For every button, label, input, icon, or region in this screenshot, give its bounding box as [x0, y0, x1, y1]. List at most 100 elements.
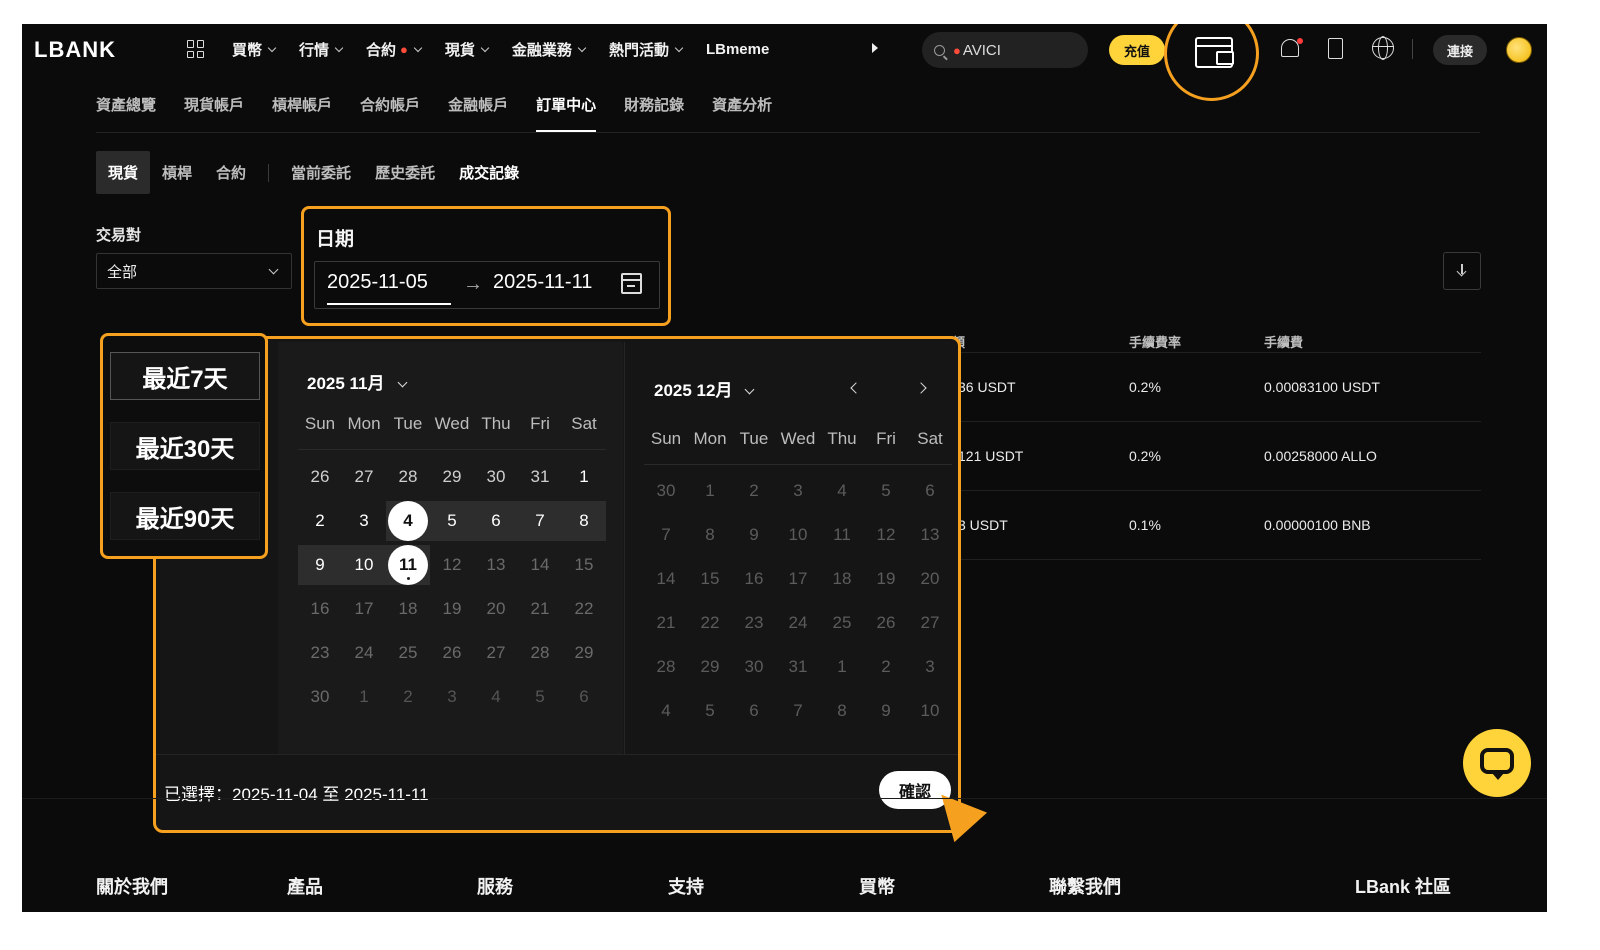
calendar-day[interactable]: 6 [474, 499, 518, 543]
calendar-day[interactable]: 28 [386, 455, 430, 499]
calendar-day[interactable]: 7 [644, 513, 688, 557]
calendar-day[interactable]: 23 [298, 631, 342, 675]
calendar-day[interactable]: 22 [688, 601, 732, 645]
calendar-day[interactable]: 8 [562, 499, 606, 543]
subnav-item-3[interactable]: 合約帳戶 [360, 94, 420, 115]
calendar-day[interactable]: 15 [688, 557, 732, 601]
calendar-icon[interactable] [621, 273, 642, 294]
calendar-day[interactable]: 6 [732, 689, 776, 733]
calendar-day[interactable]: 4 [474, 675, 518, 719]
subnav-item-6[interactable]: 財務記錄 [624, 94, 684, 115]
subnav-item-4[interactable]: 金融帳戶 [448, 94, 508, 115]
tab-trade-history[interactable]: 成交記錄 [447, 151, 531, 194]
calendar-day[interactable]: 10 [908, 689, 952, 733]
calendar-day[interactable]: 26 [298, 455, 342, 499]
calendar-day[interactable]: 2 [732, 469, 776, 513]
calendar-day[interactable]: 25 [820, 601, 864, 645]
date-end-value[interactable]: 2025-11-11 [493, 271, 592, 294]
calendar-day[interactable]: 30 [474, 455, 518, 499]
calendar-day[interactable]: 5 [688, 689, 732, 733]
calendar-day[interactable]: 13 [908, 513, 952, 557]
deposit-button[interactable]: 充值 [1109, 35, 1165, 65]
calendar-day[interactable]: 24 [776, 601, 820, 645]
nav-item-4[interactable]: 金融業務 [512, 39, 587, 60]
calendar-day[interactable]: 11 [820, 513, 864, 557]
calendar-day[interactable]: 30 [732, 645, 776, 689]
calendar-day[interactable]: 4 [644, 689, 688, 733]
calendar-day[interactable]: 3 [430, 675, 474, 719]
calendar-day[interactable]: 19 [430, 587, 474, 631]
calendar-day[interactable]: 28 [644, 645, 688, 689]
pair-select[interactable]: 全部 [96, 253, 292, 289]
nav-item-1[interactable]: 行情 [299, 39, 344, 60]
calendar-day[interactable]: 17 [342, 587, 386, 631]
nav-item-6[interactable]: LBmeme [706, 39, 769, 60]
subnav-item-7[interactable]: 資產分析 [712, 94, 772, 115]
nav-item-0[interactable]: 買幣 [232, 39, 277, 60]
calendar-day[interactable]: 5 [864, 469, 908, 513]
calendar-day[interactable]: 7 [776, 689, 820, 733]
connect-button[interactable]: 連接 [1433, 35, 1487, 65]
subnav-item-5[interactable]: 訂單中心 [536, 94, 597, 132]
search-input[interactable]: ● AVICI [922, 32, 1088, 68]
calendar-day[interactable]: 11 [386, 543, 430, 587]
calendar-day[interactable]: 3 [342, 499, 386, 543]
calendar-day[interactable]: 27 [474, 631, 518, 675]
calendar-day[interactable]: 5 [430, 499, 474, 543]
preset-90-days[interactable]: 最近90天 [110, 492, 260, 540]
calendar-day[interactable]: 2 [386, 675, 430, 719]
footer-link-6[interactable]: LBank 社區 [1355, 873, 1451, 899]
app-download-icon[interactable] [1328, 38, 1343, 59]
calendar-day[interactable]: 16 [732, 557, 776, 601]
calendar-day[interactable]: 27 [908, 601, 952, 645]
calendar-day[interactable]: 20 [474, 587, 518, 631]
calendar-day[interactable]: 30 [298, 675, 342, 719]
calendar-day[interactable]: 20 [908, 557, 952, 601]
calendar-day[interactable]: 7 [518, 499, 562, 543]
calendar-day[interactable]: 1 [562, 455, 606, 499]
calendar-day[interactable]: 24 [342, 631, 386, 675]
calendar-day[interactable]: 5 [518, 675, 562, 719]
calendar-day[interactable]: 4 [820, 469, 864, 513]
calendar-day[interactable]: 9 [732, 513, 776, 557]
footer-link-3[interactable]: 支持 [668, 873, 704, 899]
tab-spot[interactable]: 現貨 [96, 151, 151, 194]
calendar-day[interactable]: 12 [864, 513, 908, 557]
calendar-day[interactable]: 29 [688, 645, 732, 689]
calendar-day[interactable]: 23 [732, 601, 776, 645]
download-button[interactable] [1443, 252, 1481, 290]
calendar-day[interactable]: 6 [562, 675, 606, 719]
wallet-icon[interactable] [1194, 37, 1234, 68]
tab-margin[interactable]: 槓桿 [150, 151, 204, 194]
tab-futures[interactable]: 合約 [204, 151, 258, 194]
calendar-day[interactable]: 21 [518, 587, 562, 631]
calendar-day[interactable]: 1 [820, 645, 864, 689]
calendar-day[interactable]: 29 [562, 631, 606, 675]
calendar-day[interactable]: 13 [474, 543, 518, 587]
calendar-day[interactable]: 10 [776, 513, 820, 557]
nav-item-3[interactable]: 現貨 [445, 39, 490, 60]
calendar-day[interactable]: 17 [776, 557, 820, 601]
language-globe-icon[interactable] [1372, 36, 1394, 60]
calendar-day[interactable]: 6 [908, 469, 952, 513]
calendar-day[interactable]: 29 [430, 455, 474, 499]
calendar-day[interactable]: 14 [644, 557, 688, 601]
calendar-day[interactable]: 27 [342, 455, 386, 499]
calendar-day[interactable]: 21 [644, 601, 688, 645]
preset-30-days[interactable]: 最近30天 [110, 422, 260, 470]
calendar-day[interactable]: 2 [298, 499, 342, 543]
footer-link-2[interactable]: 服務 [477, 873, 513, 899]
subnav-item-0[interactable]: 資產總覽 [96, 94, 156, 115]
calendar-day[interactable]: 26 [864, 601, 908, 645]
calendar-day[interactable]: 2 [864, 645, 908, 689]
calendar-day[interactable]: 12 [430, 543, 474, 587]
calendar-day[interactable]: 31 [518, 455, 562, 499]
footer-link-5[interactable]: 聯繫我們 [1049, 873, 1121, 899]
calendar-day[interactable]: 14 [518, 543, 562, 587]
right-month-selector[interactable]: 2025 12月 [654, 376, 755, 401]
calendar-day[interactable]: 8 [820, 689, 864, 733]
footer-link-0[interactable]: 關於我們 [96, 873, 168, 899]
calendar-day[interactable]: 30 [644, 469, 688, 513]
calendar-day[interactable]: 3 [776, 469, 820, 513]
calendar-day[interactable]: 1 [342, 675, 386, 719]
